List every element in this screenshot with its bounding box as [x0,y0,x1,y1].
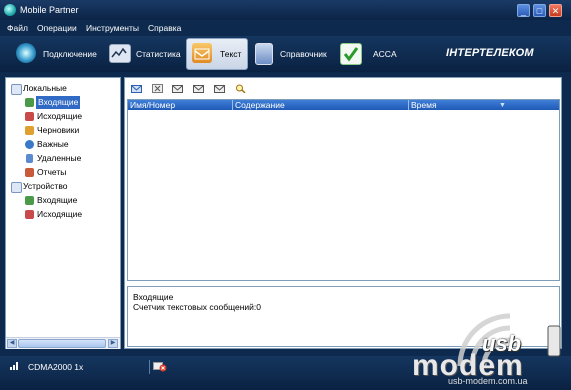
window-title: Mobile Partner [20,5,79,15]
tab-phonebook[interactable]: Справочник [280,49,327,59]
status-divider [149,360,150,374]
folder-tree: Локальные Входящие Исходящие Черновики В… [5,77,121,349]
computer-icon [11,84,22,95]
drafts-icon [25,126,34,135]
network-type: CDMA2000 1x [28,362,84,372]
sms-status-icon [153,362,167,372]
reports-icon [25,168,34,177]
forward-icon[interactable] [193,84,204,93]
important-icon [25,140,34,149]
column-header-time[interactable]: Время [409,100,507,110]
outbox-icon [25,210,34,219]
sort-arrow-icon[interactable]: ▼ [499,101,506,111]
column-header-content[interactable]: Содержание [233,100,409,110]
app-logo-icon [4,4,16,16]
tab-connect[interactable]: Подключение [43,49,97,59]
check-icon[interactable] [340,43,362,65]
scroll-left-button[interactable]: ◀ [7,339,17,348]
signal-strength-icon [10,362,18,370]
app-window: Mobile Partner _ □ ✕ Файл Операции Инстр… [0,0,571,390]
message-list-header: Имя/Номер Содержание Время ▼ [128,100,559,110]
scroll-right-button[interactable]: ▶ [108,339,118,348]
menu-operations[interactable]: Операции [37,23,77,33]
menu-bar: Файл Операции Инструменты Справка [0,20,571,36]
menu-help[interactable]: Справка [148,23,181,33]
save-message-icon[interactable] [214,84,225,93]
minimize-button[interactable]: _ [517,4,530,17]
preview-folder: Входящие [133,292,174,302]
delete-icon[interactable] [152,84,163,93]
maximize-button[interactable]: □ [533,4,546,17]
tab-text[interactable]: Текст [220,49,241,59]
column-header-name[interactable]: Имя/Номер [128,100,233,110]
scroll-thumb[interactable] [18,339,106,348]
connect-icon[interactable] [16,43,36,63]
phonebook-icon[interactable] [255,43,273,65]
menu-file[interactable]: Файл [7,23,28,33]
horizontal-scrollbar[interactable]: ◀ ▶ [6,337,120,349]
inbox-icon [25,98,34,107]
watermark-url: usb-modem.com.ua [448,376,528,386]
inbox-icon [25,196,34,205]
tab-statistics[interactable]: Статистика [136,49,181,59]
close-button[interactable]: ✕ [549,4,562,17]
device-icon [11,182,22,193]
new-message-icon[interactable] [131,84,142,93]
search-icon[interactable] [235,84,246,93]
statistics-icon[interactable] [109,44,131,63]
outbox-icon [25,112,34,121]
menu-tools[interactable]: Инструменты [86,23,139,33]
brand-logo: ІНТЕРТЕЛЕКОМ [446,47,534,59]
title-bar: Mobile Partner _ □ ✕ [0,0,571,20]
trash-icon [26,154,33,163]
tab-acca[interactable]: ACCA [373,49,397,59]
message-list[interactable]: Имя/Номер Содержание Время ▼ [127,99,560,281]
text-message-icon[interactable] [192,43,212,63]
reply-icon[interactable] [172,84,183,93]
preview-counter: Счетчик текстовых сообщений:0 [133,302,261,312]
